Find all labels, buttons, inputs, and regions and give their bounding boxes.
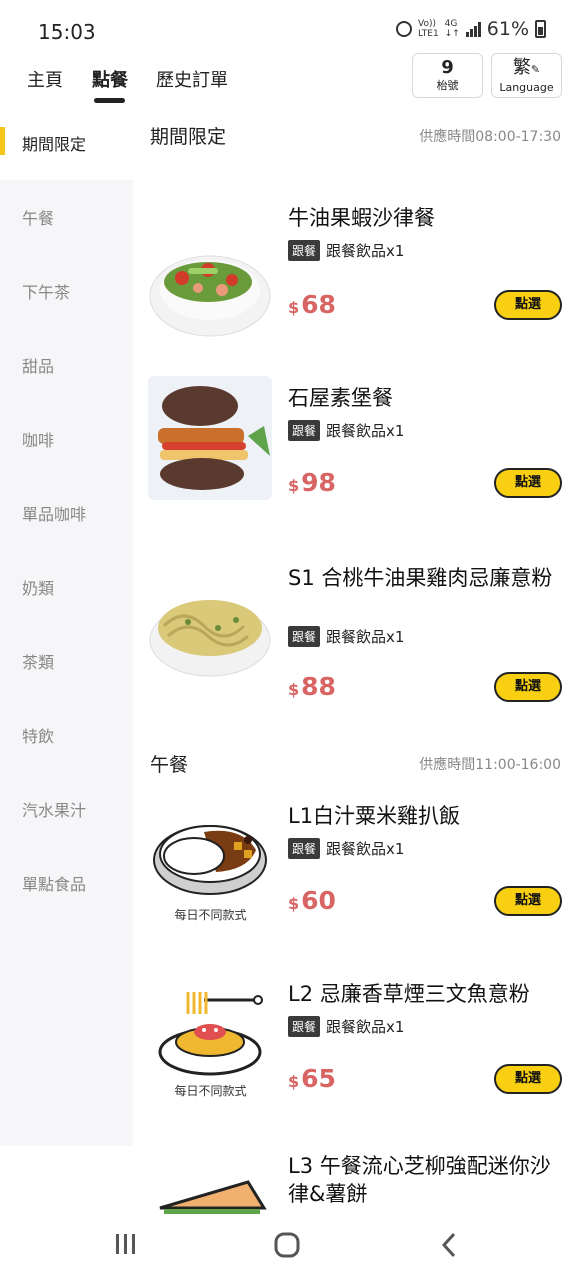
category-sidebar: 期間限定 午餐 下午茶 甜品 咖啡 單品咖啡 奶類 茶類 特飲 汽水果汁 單點食… xyxy=(0,106,133,1146)
item-extra: 跟餐飲品x1 xyxy=(326,1018,405,1036)
item-price: $65 xyxy=(288,1064,336,1093)
menu-item[interactable]: 牛油果蝦沙律餐 跟餐 跟餐飲品x1 $68 點選 xyxy=(133,194,576,337)
menu-item[interactable]: 石屋素堡餐 跟餐 跟餐飲品x1 $98 點選 xyxy=(133,374,576,514)
menu-item[interactable]: 每日不同款式 L1白汁粟米雞扒飯 跟餐 跟餐飲品x1 $60 點選 xyxy=(133,794,576,944)
active-tab-indicator xyxy=(94,98,125,103)
status-time: 15:03 xyxy=(38,20,96,44)
section-hours: 供應時間08:00-17:30 xyxy=(419,129,561,145)
select-button[interactable]: 點選 xyxy=(494,468,562,498)
tab-history[interactable]: 歷史訂單 xyxy=(156,66,228,92)
item-extra: 跟餐飲品x1 xyxy=(326,628,405,646)
language-label: Language xyxy=(499,81,554,94)
item-name: 石屋素堡餐 xyxy=(288,386,393,410)
sidebar-item-label: 甜品 xyxy=(22,357,55,376)
item-tag-row: 跟餐 跟餐飲品x1 xyxy=(288,420,404,441)
select-button[interactable]: 點選 xyxy=(494,1064,562,1094)
status-bar: 15:03 Vo)) LTE1 4G ↓↑ 61% xyxy=(0,0,576,52)
menu-item[interactable]: L3 午餐流心芝柳強配迷你沙律&薯餅 xyxy=(133,1150,576,1214)
table-number: 9 xyxy=(441,57,454,78)
menu-item[interactable]: 每日不同款式 L2 忌廉香草煙三文魚意粉 跟餐 跟餐飲品x1 $65 點選 xyxy=(133,972,576,1122)
item-tag-row: 跟餐 跟餐飲品x1 xyxy=(288,240,404,261)
sidebar-item-label: 下午茶 xyxy=(22,283,71,302)
tab-order[interactable]: 點餐 xyxy=(92,66,128,92)
item-tag-row: 跟餐 跟餐飲品x1 xyxy=(288,626,404,647)
sidebar-item-soda-juice[interactable]: 汽水果汁 xyxy=(0,772,133,846)
sidebar-item-label: 午餐 xyxy=(22,209,55,228)
select-button[interactable]: 點選 xyxy=(494,672,562,702)
salad-image xyxy=(148,224,272,348)
signal-icon xyxy=(465,21,481,37)
select-button[interactable]: 點選 xyxy=(494,886,562,916)
sidebar-item-special-drinks[interactable]: 特飲 xyxy=(0,698,133,772)
language-char: 繁✎ xyxy=(512,57,541,78)
recent-apps-icon[interactable] xyxy=(114,1232,138,1260)
sidebar-item-lunch[interactable]: 午餐 xyxy=(0,180,133,254)
sidebar-item-limited[interactable]: 期間限定 xyxy=(0,106,133,180)
table-number-label: 枱號 xyxy=(436,79,459,92)
active-category-marker xyxy=(0,127,5,155)
set-meal-tag: 跟餐 xyxy=(288,240,321,261)
sidebar-item-label: 單品咖啡 xyxy=(22,505,87,524)
battery-percent: 61% xyxy=(486,18,529,40)
section-hours: 供應時間11:00-16:00 xyxy=(419,757,561,773)
sidebar-item-label: 單點食品 xyxy=(22,875,87,894)
select-button[interactable]: 點選 xyxy=(494,290,562,320)
set-meal-tag: 跟餐 xyxy=(288,838,321,859)
item-name: L1白汁粟米雞扒飯 xyxy=(288,804,461,828)
daily-varies-caption: 每日不同款式 xyxy=(174,1084,247,1098)
menu-list[interactable]: 期間限定 供應時間08:00-17:30 牛油果蝦沙律餐 跟餐 跟餐飲品x1 $… xyxy=(133,106,576,1214)
pencil-icon: ✎ xyxy=(530,63,541,76)
section-title: 期間限定 xyxy=(150,126,227,148)
item-extra: 跟餐飲品x1 xyxy=(326,840,405,858)
item-name: S1 合桃牛油果雞肉忌廉意粉 xyxy=(288,566,553,590)
menu-item[interactable]: S1 合桃牛油果雞肉忌廉意粉 跟餐 跟餐飲品x1 $88 點選 xyxy=(133,554,576,724)
battery-icon xyxy=(535,20,546,38)
sidebar-item-label: 期間限定 xyxy=(22,135,87,154)
network-type-icon: 4G ↓↑ xyxy=(444,19,460,39)
item-price: $60 xyxy=(288,886,336,915)
sidebar-item-label: 茶類 xyxy=(22,653,55,672)
sidebar-item-label: 奶類 xyxy=(22,579,55,598)
set-meal-tag: 跟餐 xyxy=(288,626,321,647)
table-number-button[interactable]: 9 枱號 xyxy=(412,53,483,98)
home-icon[interactable] xyxy=(274,1232,300,1262)
item-extra: 跟餐飲品x1 xyxy=(326,422,405,440)
item-name: 牛油果蝦沙律餐 xyxy=(288,206,435,230)
status-icons: Vo)) LTE1 4G ↓↑ 61% xyxy=(395,18,546,40)
item-tag-row: 跟餐 跟餐飲品x1 xyxy=(288,1016,404,1037)
volte-icon: Vo)) LTE1 xyxy=(417,19,439,39)
sidebar-item-dessert[interactable]: 甜品 xyxy=(0,328,133,402)
item-name: L2 忌廉香草煙三文魚意粉 xyxy=(288,982,530,1006)
item-extra: 跟餐飲品x1 xyxy=(326,242,405,260)
sandwich-illustration xyxy=(148,1168,272,1214)
tab-home[interactable]: 主頁 xyxy=(27,66,63,92)
burger-image xyxy=(148,376,272,500)
sidebar-item-single-origin-coffee[interactable]: 單品咖啡 xyxy=(0,476,133,550)
language-button[interactable]: 繁✎ Language xyxy=(491,53,562,98)
set-meal-tag: 跟餐 xyxy=(288,1016,321,1037)
set-meal-tag: 跟餐 xyxy=(288,420,321,441)
item-price: $88 xyxy=(288,672,336,701)
sidebar-item-afternoon-tea[interactable]: 下午茶 xyxy=(0,254,133,328)
section-title: 午餐 xyxy=(150,754,189,776)
sidebar-item-coffee[interactable]: 咖啡 xyxy=(0,402,133,476)
item-name: L3 午餐流心芝柳強配迷你沙律&薯餅 xyxy=(288,1154,551,1206)
item-price: $98 xyxy=(288,468,336,497)
sidebar-item-label: 咖啡 xyxy=(22,431,55,450)
system-navigation-bar xyxy=(0,1214,576,1280)
item-tag-row: 跟餐 跟餐飲品x1 xyxy=(288,838,404,859)
back-icon[interactable] xyxy=(440,1232,458,1262)
sidebar-item-tea[interactable]: 茶類 xyxy=(0,624,133,698)
sidebar-item-label: 汽水果汁 xyxy=(22,801,87,820)
sidebar-item-milk[interactable]: 奶類 xyxy=(0,550,133,624)
alarm-icon xyxy=(395,21,412,37)
pasta-image xyxy=(148,566,272,690)
daily-varies-caption: 每日不同款式 xyxy=(174,908,247,922)
top-navigation: 主頁 點餐 歷史訂單 xyxy=(0,52,576,106)
sidebar-item-a-la-carte[interactable]: 單點食品 xyxy=(0,846,133,920)
sidebar-item-label: 特飲 xyxy=(22,727,55,746)
item-price: $68 xyxy=(288,290,336,319)
